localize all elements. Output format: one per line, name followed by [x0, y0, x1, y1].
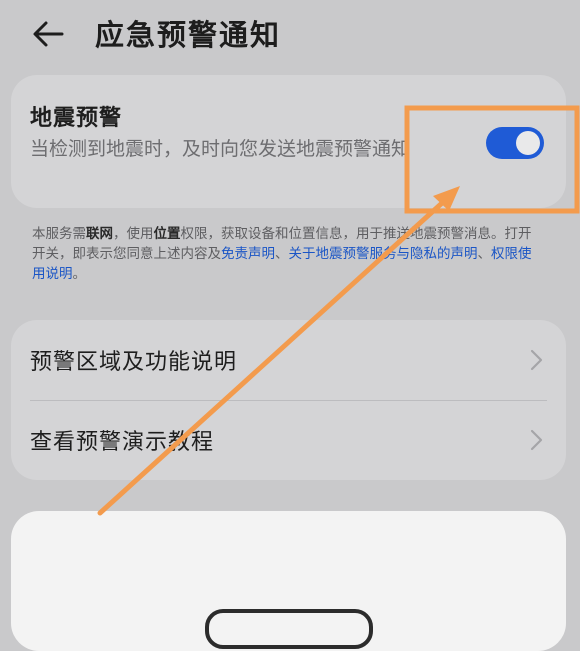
notice-bold-network: 联网 [86, 226, 113, 242]
notice-bold-location: 位置 [153, 226, 181, 242]
service-notice: 本服务需联网，使用位置权限，获取设备和位置信息，用于推送地震预警消息。打开开关，… [32, 224, 542, 284]
earthquake-alert-toggle[interactable] [486, 127, 544, 159]
menu-item-demo-tutorial[interactable]: 查看预警演示教程 [11, 400, 566, 480]
arrow-left-icon[interactable] [28, 14, 68, 54]
menu-item-label: 查看预警演示教程 [30, 430, 215, 455]
menu-item-label: 预警区域及功能说明 [30, 350, 238, 375]
page-title: 应急预警通知 [95, 18, 282, 52]
toggle-knob [516, 131, 540, 155]
disclaimer-link[interactable]: 免责声明 [221, 246, 275, 262]
header: 应急预警通知 [0, 0, 580, 70]
chevron-right-icon [530, 349, 543, 371]
privacy-statement-link[interactable]: 关于地震预警服务与隐私的声明 [289, 246, 478, 262]
notice-text: 、 [275, 246, 289, 262]
notice-text: ，使用 [113, 226, 154, 242]
bottom-sheet-button[interactable] [205, 609, 373, 649]
earthquake-alert-description: 当检测到地震时，及时向您发送地震预警通知 [30, 138, 411, 160]
chevron-right-icon [530, 429, 543, 451]
notice-text: 、 [477, 246, 492, 262]
notice-text: 。 [72, 266, 87, 282]
menu-item-alert-area[interactable]: 预警区域及功能说明 [11, 320, 566, 400]
notice-text: 本服务需 [32, 226, 86, 242]
earthquake-alert-title: 地震预警 [30, 106, 123, 131]
